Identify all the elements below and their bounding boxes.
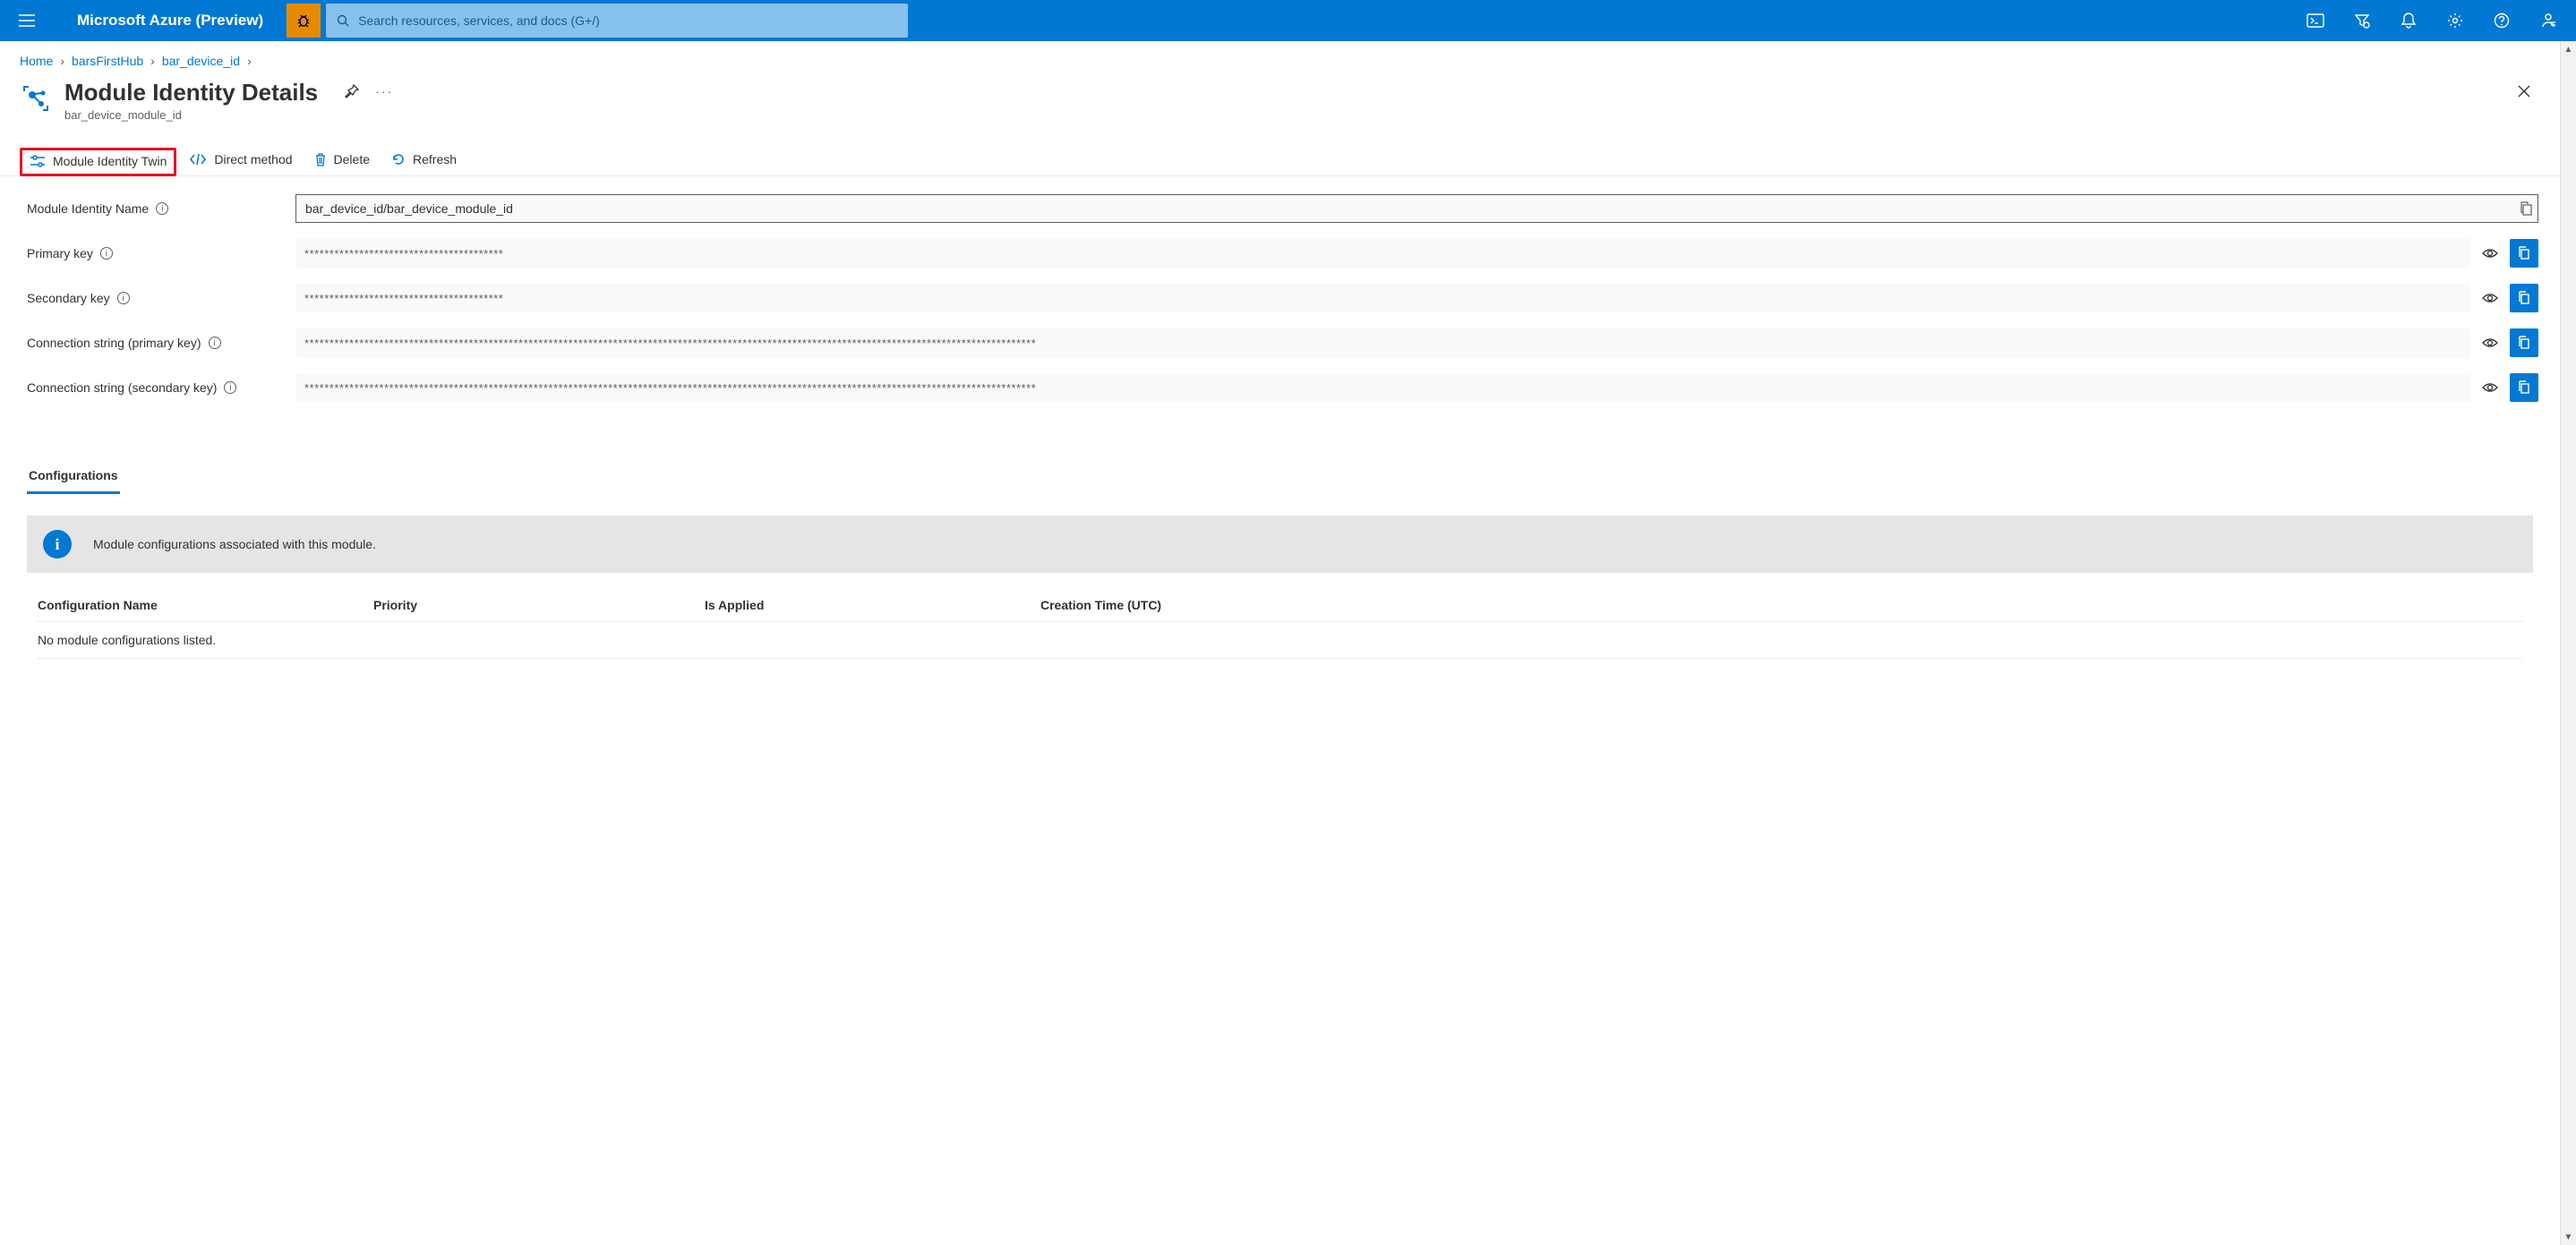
copy-icon[interactable] — [2520, 201, 2532, 216]
reveal-button[interactable] — [2478, 375, 2503, 400]
search-icon — [337, 14, 349, 27]
module-name-field[interactable]: bar_device_id/bar_device_module_id — [295, 194, 2538, 223]
toolbar-label: Delete — [334, 152, 370, 166]
reveal-button[interactable] — [2478, 241, 2503, 266]
settings-button[interactable] — [2435, 1, 2476, 40]
scroll-down-button[interactable]: ▼ — [2561, 1229, 2576, 1245]
col-is-applied[interactable]: Is Applied — [705, 598, 1040, 612]
toolbar-label: Module Identity Twin — [53, 154, 167, 168]
code-icon — [189, 153, 207, 166]
copy-button[interactable] — [2510, 373, 2538, 402]
col-priority[interactable]: Priority — [373, 598, 705, 612]
hamburger-menu-button[interactable] — [7, 1, 47, 40]
breadcrumb-home[interactable]: Home — [20, 54, 53, 68]
direct-method-button[interactable]: Direct method — [180, 147, 301, 175]
table-header-row: Configuration Name Priority Is Applied C… — [38, 598, 2522, 622]
help-button[interactable] — [2481, 1, 2522, 40]
field-label-name: Module Identity Name — [27, 201, 149, 216]
vertical-scrollbar[interactable]: ▲ ▼ — [2560, 41, 2576, 1245]
field-label-conn-secondary: Connection string (secondary key) — [27, 380, 217, 395]
info-icon[interactable]: i — [224, 381, 236, 394]
cloud-shell-button[interactable] — [2295, 1, 2336, 40]
col-config-name[interactable]: Configuration Name — [38, 598, 373, 612]
breadcrumb-device[interactable]: bar_device_id — [162, 54, 240, 68]
copy-button[interactable] — [2510, 239, 2538, 268]
refresh-icon — [391, 152, 406, 166]
search-box[interactable] — [326, 4, 908, 38]
info-banner: i Module configurations associated with … — [27, 516, 2533, 573]
directory-filter-button[interactable] — [2341, 1, 2383, 40]
breadcrumb-hub[interactable]: barsFirstHub — [72, 54, 143, 68]
conn-secondary-field[interactable]: ****************************************… — [295, 373, 2470, 402]
info-icon[interactable]: i — [100, 247, 113, 260]
conn-primary-field[interactable]: ****************************************… — [295, 328, 2470, 357]
close-button[interactable] — [2508, 79, 2540, 104]
top-bar: Microsoft Azure (Preview) — [0, 0, 2576, 41]
field-label-secondary: Secondary key — [27, 291, 110, 305]
search-input[interactable] — [358, 13, 897, 28]
info-icon[interactable]: i — [209, 337, 221, 349]
toolbar-label: Direct method — [214, 152, 292, 166]
info-banner-text: Module configurations associated with th… — [93, 537, 376, 551]
table-empty-row: No module configurations listed. — [38, 622, 2522, 659]
info-icon[interactable]: i — [156, 202, 168, 215]
module-icon — [20, 82, 52, 115]
delete-button[interactable]: Delete — [305, 147, 379, 175]
toolbar-label: Refresh — [413, 152, 457, 166]
primary-key-field[interactable]: **************************************** — [295, 239, 2470, 268]
page-header: Module Identity Details bar_device_modul… — [0, 75, 2560, 125]
module-identity-twin-button[interactable]: Module Identity Twin — [20, 148, 176, 176]
info-icon[interactable]: i — [117, 292, 130, 304]
reveal-button[interactable] — [2478, 330, 2503, 355]
copy-button[interactable] — [2510, 284, 2538, 312]
page-subtitle: bar_device_module_id — [64, 108, 318, 122]
breadcrumb: Home › barsFirstHub › bar_device_id › — [0, 41, 2560, 75]
scroll-up-button[interactable]: ▲ — [2561, 41, 2576, 57]
chevron-right-icon: › — [58, 54, 66, 68]
brand-label[interactable]: Microsoft Azure (Preview) — [52, 12, 281, 30]
notifications-button[interactable] — [2388, 1, 2429, 40]
preview-bug-button[interactable] — [287, 4, 321, 38]
properties-form: Module Identity Name i bar_device_id/bar_… — [0, 176, 2560, 445]
field-label-conn-primary: Connection string (primary key) — [27, 336, 201, 350]
feedback-button[interactable] — [2528, 1, 2569, 40]
more-button[interactable]: ··· — [375, 84, 393, 98]
trash-icon — [314, 152, 327, 166]
col-creation-time[interactable]: Creation Time (UTC) — [1040, 598, 2522, 612]
configurations-grid: Configuration Name Priority Is Applied C… — [0, 573, 2560, 659]
info-icon: i — [43, 530, 72, 559]
field-label-primary: Primary key — [27, 246, 93, 260]
module-name-value: bar_device_id/bar_device_module_id — [305, 201, 513, 216]
page-title: Module Identity Details — [64, 79, 318, 107]
chevron-right-icon: › — [245, 54, 253, 68]
secondary-key-field[interactable]: **************************************** — [295, 284, 2470, 312]
reveal-button[interactable] — [2478, 286, 2503, 311]
pin-button[interactable] — [345, 84, 359, 98]
chevron-right-icon: › — [149, 54, 157, 68]
refresh-button[interactable]: Refresh — [382, 147, 466, 175]
copy-button[interactable] — [2510, 328, 2538, 357]
sliders-icon — [30, 155, 46, 167]
section-tabs: Configurations — [0, 445, 2560, 494]
command-bar: Module Identity Twin Direct method Delet… — [0, 141, 2560, 176]
tab-configurations[interactable]: Configurations — [27, 463, 120, 494]
